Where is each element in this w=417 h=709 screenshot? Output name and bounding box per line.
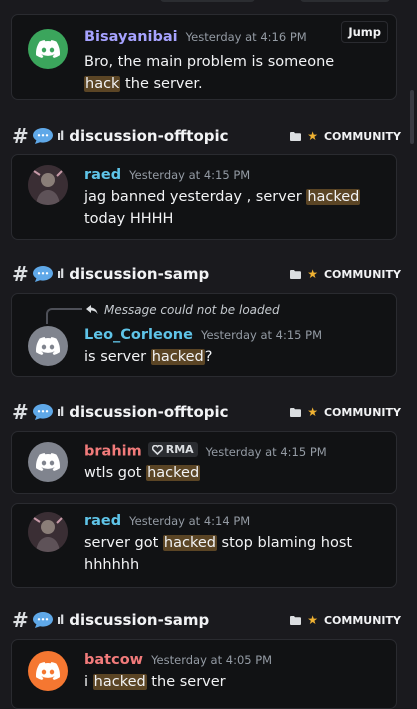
scrollbar-thumb[interactable] bbox=[410, 90, 414, 144]
search-highlight: hacked bbox=[150, 349, 205, 365]
discord-logo-icon bbox=[36, 40, 60, 58]
folder-icon bbox=[290, 407, 302, 417]
author-name[interactable]: Leo_Corleone Yesterday at 4:15 PM bbox=[84, 327, 322, 343]
jump-button[interactable]: Jump bbox=[341, 21, 388, 43]
folder-icon bbox=[290, 269, 302, 279]
search-highlight: hacked bbox=[162, 535, 217, 551]
forum-tag-icon: ıl bbox=[57, 129, 64, 143]
star-icon: ★ bbox=[307, 405, 318, 419]
avatar[interactable] bbox=[28, 165, 68, 205]
server-label[interactable]: ★ COMMUNITY bbox=[290, 405, 401, 419]
timestamp: Yesterday at 4:05 PM bbox=[151, 653, 273, 667]
author-name[interactable]: raed Yesterday at 4:14 PM bbox=[84, 513, 250, 529]
community-label: COMMUNITY bbox=[323, 613, 401, 627]
heart-icon bbox=[151, 444, 163, 455]
channel-name: discussion-offtopic bbox=[69, 403, 229, 421]
search-result-card[interactable]: brahim RMA Yesterday at 4:15 PM wtls got h… bbox=[11, 431, 397, 494]
role-badge[interactable]: RMA bbox=[147, 442, 198, 457]
channel-name: discussion-samp bbox=[69, 265, 210, 283]
speech-bubble-icon bbox=[33, 612, 53, 628]
forum-tag-icon: ıl bbox=[57, 613, 64, 627]
avatar[interactable] bbox=[28, 442, 68, 482]
reply-preview[interactable]: Message could not be loaded bbox=[86, 303, 280, 317]
timestamp: Yesterday at 4:15 PM bbox=[129, 168, 251, 182]
forum-tag-icon: ıl bbox=[57, 267, 64, 281]
discord-logo-icon bbox=[36, 453, 60, 471]
server-label[interactable]: ★ COMMUNITY bbox=[290, 129, 401, 143]
server-label[interactable]: ★ COMMUNITY bbox=[290, 613, 401, 627]
folder-icon bbox=[290, 615, 302, 625]
avatar[interactable] bbox=[28, 651, 68, 691]
author-name[interactable]: brahim RMA Yesterday at 4:15 PM bbox=[84, 442, 327, 460]
star-icon: ★ bbox=[307, 613, 318, 627]
channel-header[interactable]: # ıl discussion-samp ★ COMMUNITY bbox=[12, 608, 401, 632]
message-content: wtls got hacked bbox=[84, 465, 201, 481]
message-content: Bro, the main problem is someone hack th… bbox=[84, 54, 335, 92]
hash-icon: # bbox=[12, 608, 29, 632]
server-label[interactable]: ★ COMMUNITY bbox=[290, 267, 401, 281]
search-result-card[interactable]: Message could not be loaded Leo_Corleone… bbox=[11, 293, 397, 377]
avatar[interactable] bbox=[28, 512, 68, 552]
message-content: i hacked the server bbox=[84, 674, 226, 690]
channel-header[interactable]: # ıl discussion-offtopic ★ COMMUNITY bbox=[12, 400, 401, 424]
channel-header[interactable]: # ıl discussion-offtopic ★ COMMUNITY bbox=[12, 124, 401, 148]
channel-name: discussion-samp bbox=[69, 611, 210, 629]
reply-connector bbox=[46, 308, 82, 324]
search-result-card[interactable]: batcow Yesterday at 4:05 PM i hacked the … bbox=[11, 639, 397, 709]
speech-bubble-icon bbox=[33, 266, 53, 282]
user-photo-avatar bbox=[28, 512, 68, 552]
community-label: COMMUNITY bbox=[323, 405, 401, 419]
community-label: COMMUNITY bbox=[323, 129, 401, 143]
search-highlight: hack bbox=[84, 76, 121, 92]
star-icon: ★ bbox=[307, 267, 318, 281]
timestamp: Yesterday at 4:14 PM bbox=[129, 514, 251, 528]
author-name[interactable]: Bisayanibai Yesterday at 4:16 PM bbox=[84, 29, 307, 45]
avatar[interactable] bbox=[28, 29, 68, 69]
star-icon: ★ bbox=[307, 129, 318, 143]
search-highlight: hacked bbox=[306, 189, 361, 205]
community-label: COMMUNITY bbox=[323, 267, 401, 281]
hash-icon: # bbox=[12, 124, 29, 148]
message-content: jag banned yesterday , server hacked tod… bbox=[84, 189, 361, 227]
message-content: server got hacked stop blaming host hhhh… bbox=[84, 535, 353, 573]
channel-name: discussion-offtopic bbox=[69, 127, 229, 145]
author-name[interactable]: batcow Yesterday at 4:05 PM bbox=[84, 652, 272, 668]
user-photo-avatar bbox=[28, 165, 68, 205]
timestamp: Yesterday at 4:15 PM bbox=[205, 444, 327, 459]
reply-arrow-icon bbox=[86, 305, 98, 314]
hash-icon: # bbox=[12, 262, 29, 286]
search-highlight: hacked bbox=[92, 674, 147, 690]
author-name[interactable]: raed Yesterday at 4:15 PM bbox=[84, 167, 250, 183]
hash-icon: # bbox=[12, 400, 29, 424]
speech-bubble-icon bbox=[33, 404, 53, 420]
channel-header[interactable]: # ıl discussion-samp ★ COMMUNITY bbox=[12, 262, 401, 286]
search-result-card[interactable]: raed Yesterday at 4:15 PM jag banned yest… bbox=[11, 154, 397, 240]
discord-logo-icon bbox=[36, 337, 60, 355]
search-highlight: hacked bbox=[146, 465, 201, 481]
avatar[interactable] bbox=[28, 326, 68, 366]
top-fragment-right bbox=[300, 0, 390, 2]
discord-logo-icon bbox=[36, 662, 60, 680]
speech-bubble-icon bbox=[33, 128, 53, 144]
message-content: is server hacked? bbox=[84, 349, 213, 365]
forum-tag-icon: ıl bbox=[57, 405, 64, 419]
top-fragment-left bbox=[160, 0, 255, 2]
search-result-card[interactable]: Bisayanibai Yesterday at 4:16 PM Bro, the… bbox=[11, 14, 397, 100]
timestamp: Yesterday at 4:15 PM bbox=[200, 328, 322, 342]
folder-icon bbox=[290, 131, 302, 141]
search-result-card[interactable]: raed Yesterday at 4:14 PM server got hack… bbox=[11, 503, 397, 588]
timestamp: Yesterday at 4:16 PM bbox=[185, 30, 307, 44]
